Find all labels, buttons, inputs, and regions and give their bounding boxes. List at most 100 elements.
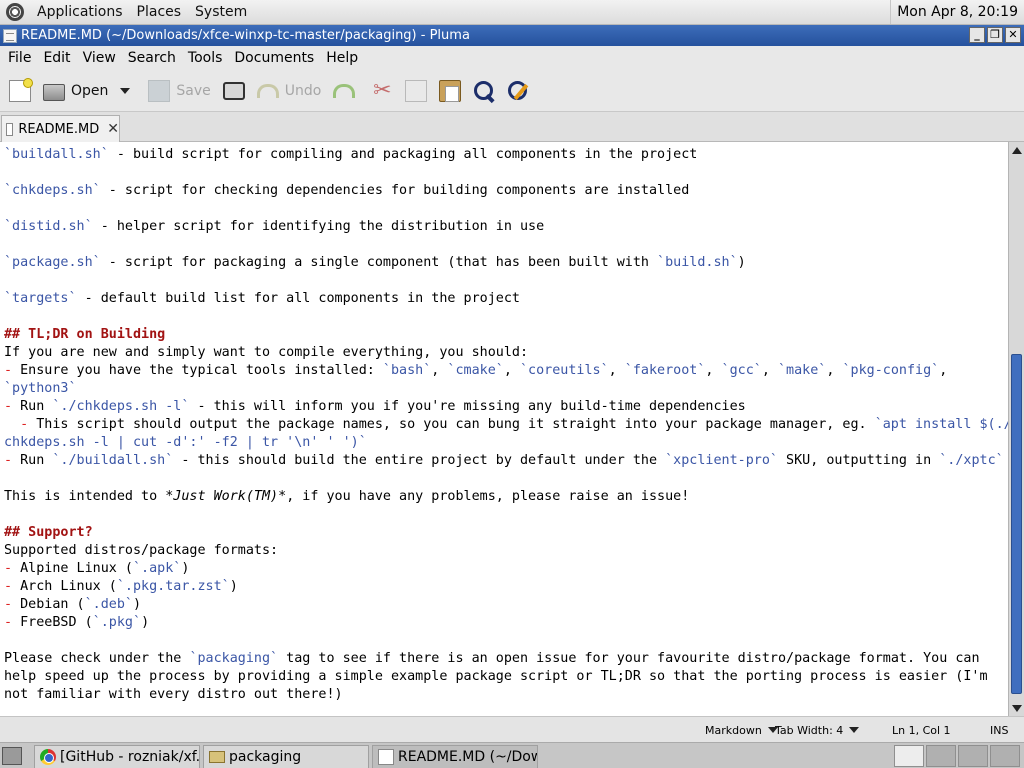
top-panel: Applications Places System Mon Apr 8, 20…: [0, 0, 1024, 25]
copy-button[interactable]: [402, 74, 430, 108]
text-segment: `gcc`: [721, 363, 762, 378]
close-tab-icon[interactable]: ✕: [107, 121, 119, 137]
panel-menu-applications[interactable]: Applications: [30, 4, 130, 20]
menu-documents[interactable]: Documents: [230, 50, 318, 66]
menu-help[interactable]: Help: [322, 50, 362, 66]
menu-edit[interactable]: Edit: [39, 50, 74, 66]
text-segment: - build script for compiling and packagi…: [108, 147, 698, 162]
panel-clock[interactable]: Mon Apr 8, 20:19: [890, 0, 1024, 24]
text-segment: `coreutils`: [519, 363, 609, 378]
minimize-button[interactable]: _: [969, 27, 985, 43]
text-segment: - this should build the entire project b…: [173, 453, 666, 468]
desktop: Applications Places System Mon Apr 8, 20…: [0, 0, 1024, 768]
find-replace-button[interactable]: [504, 74, 532, 108]
text-segment: Ensure you have the typical tools instal…: [12, 363, 383, 378]
close-window-button[interactable]: ✕: [1005, 27, 1021, 43]
text-segment: `packaging`: [189, 651, 279, 666]
open-recent-dropdown[interactable]: [111, 74, 133, 108]
text-segment: -: [4, 363, 13, 378]
save-button[interactable]: Save: [145, 74, 213, 108]
window-titlebar[interactable]: README.MD (~/Downloads/xfce-winxp-tc-mas…: [0, 25, 1024, 46]
text-segment: ## TL;DR on Building: [4, 327, 166, 342]
text-segment: This is intended to: [4, 489, 166, 504]
cut-button[interactable]: ✂: [368, 74, 396, 108]
task-pluma-readme[interactable]: README.MD (~/Dow...: [372, 745, 538, 768]
save-label: Save: [176, 82, 211, 99]
text-file-icon: [6, 122, 14, 136]
panel-menu-places[interactable]: Places: [130, 4, 189, 20]
new-document-icon: [9, 77, 33, 102]
maximize-button[interactable]: ❐: [987, 27, 1003, 43]
text-segment: - script for packaging a single componen…: [100, 255, 658, 270]
workspace-3[interactable]: [958, 745, 988, 767]
editor-line: `chkdeps.sh` - script for checking depen…: [4, 182, 689, 200]
text-segment: Run: [12, 399, 53, 414]
text-segment: ,: [826, 363, 843, 378]
pluma-icon: [378, 749, 394, 765]
menu-search[interactable]: Search: [124, 50, 180, 66]
workspace-2[interactable]: [926, 745, 956, 767]
scroll-down-arrow-icon[interactable]: [1012, 705, 1022, 712]
open-button[interactable]: Open: [40, 74, 111, 108]
copy-icon: [405, 79, 428, 102]
undo-icon: [256, 83, 279, 98]
scrollbar-thumb[interactable]: [1011, 354, 1022, 694]
find-button[interactable]: [470, 74, 498, 108]
task-label: packaging: [229, 749, 302, 765]
text-segment: Run: [12, 453, 53, 468]
editor-line: `distid.sh` - helper script for identify…: [4, 218, 544, 236]
task-packaging-folder[interactable]: packaging: [203, 745, 369, 768]
editor-line: - Run `./buildall.sh` - this should buil…: [4, 452, 1004, 470]
language-label: Markdown: [705, 723, 762, 737]
language-selector[interactable]: Markdown: [705, 717, 778, 743]
chrome-icon: [40, 749, 56, 765]
workspace-4[interactable]: [990, 745, 1020, 767]
text-segment: *Just Work(TM)*: [165, 489, 287, 504]
show-desktop-icon[interactable]: [2, 747, 22, 765]
text-segment: If you are new and simply want to compil…: [4, 345, 529, 360]
tab-readme[interactable]: README.MD ✕: [1, 115, 120, 142]
text-editor[interactable]: `buildall.sh` - build script for compili…: [0, 142, 1008, 716]
taskbar: [GitHub - rozniak/xf... packaging README…: [0, 742, 1024, 768]
text-segment: ): [229, 579, 238, 594]
menu-file[interactable]: File: [4, 50, 35, 66]
text-segment: Please check under the: [4, 651, 190, 666]
new-button[interactable]: [6, 74, 34, 108]
undo-button[interactable]: Undo: [254, 74, 325, 108]
editor-line: - Debian (`.deb`): [4, 596, 141, 614]
tab-width-selector[interactable]: Tab Width: 4: [775, 717, 860, 743]
text-segment: not familiar with every distro out there…: [4, 687, 343, 702]
editor-line: Supported distros/package formats:: [4, 542, 278, 560]
task-github-browser[interactable]: [GitHub - rozniak/xf...: [34, 745, 200, 768]
text-segment: -: [20, 417, 29, 432]
text-segment: Debian (: [12, 597, 85, 612]
distro-logo-icon[interactable]: [6, 3, 24, 21]
open-label: Open: [71, 82, 109, 99]
text-segment: `cmake`: [447, 363, 504, 378]
editor-line: chkdeps.sh -l | cut -d':' -f2 | tr '\n' …: [4, 434, 367, 452]
paste-button[interactable]: [436, 74, 464, 108]
editor-line: If you are new and simply want to compil…: [4, 344, 528, 362]
editor-line: - This script should output the package …: [4, 416, 1008, 434]
text-segment: `make`: [777, 363, 827, 378]
menu-view[interactable]: View: [79, 50, 120, 66]
text-segment: ,: [939, 363, 948, 378]
redo-button[interactable]: [330, 74, 358, 108]
text-segment: `python3`: [4, 381, 77, 396]
text-segment: `bash`: [382, 363, 432, 378]
text-segment: tag to see if there is an open issue for…: [278, 651, 980, 666]
pluma-app-icon[interactable]: [3, 28, 17, 43]
task-label: [GitHub - rozniak/xf...: [60, 749, 200, 765]
text-segment: ): [141, 615, 150, 630]
text-segment: `apt install $(./: [874, 417, 1008, 432]
tab-width-label: Tab Width: 4: [775, 723, 844, 737]
vertical-scrollbar[interactable]: [1008, 142, 1024, 716]
print-icon: [222, 81, 245, 100]
workspace-1[interactable]: [894, 745, 924, 767]
print-button[interactable]: [220, 74, 248, 108]
toolbar: Open Save Undo ✂: [0, 70, 1024, 112]
scroll-up-arrow-icon[interactable]: [1012, 147, 1022, 154]
menu-tools[interactable]: Tools: [184, 50, 227, 66]
text-segment: `./xptc`: [939, 453, 1004, 468]
panel-menu-system[interactable]: System: [188, 4, 254, 20]
